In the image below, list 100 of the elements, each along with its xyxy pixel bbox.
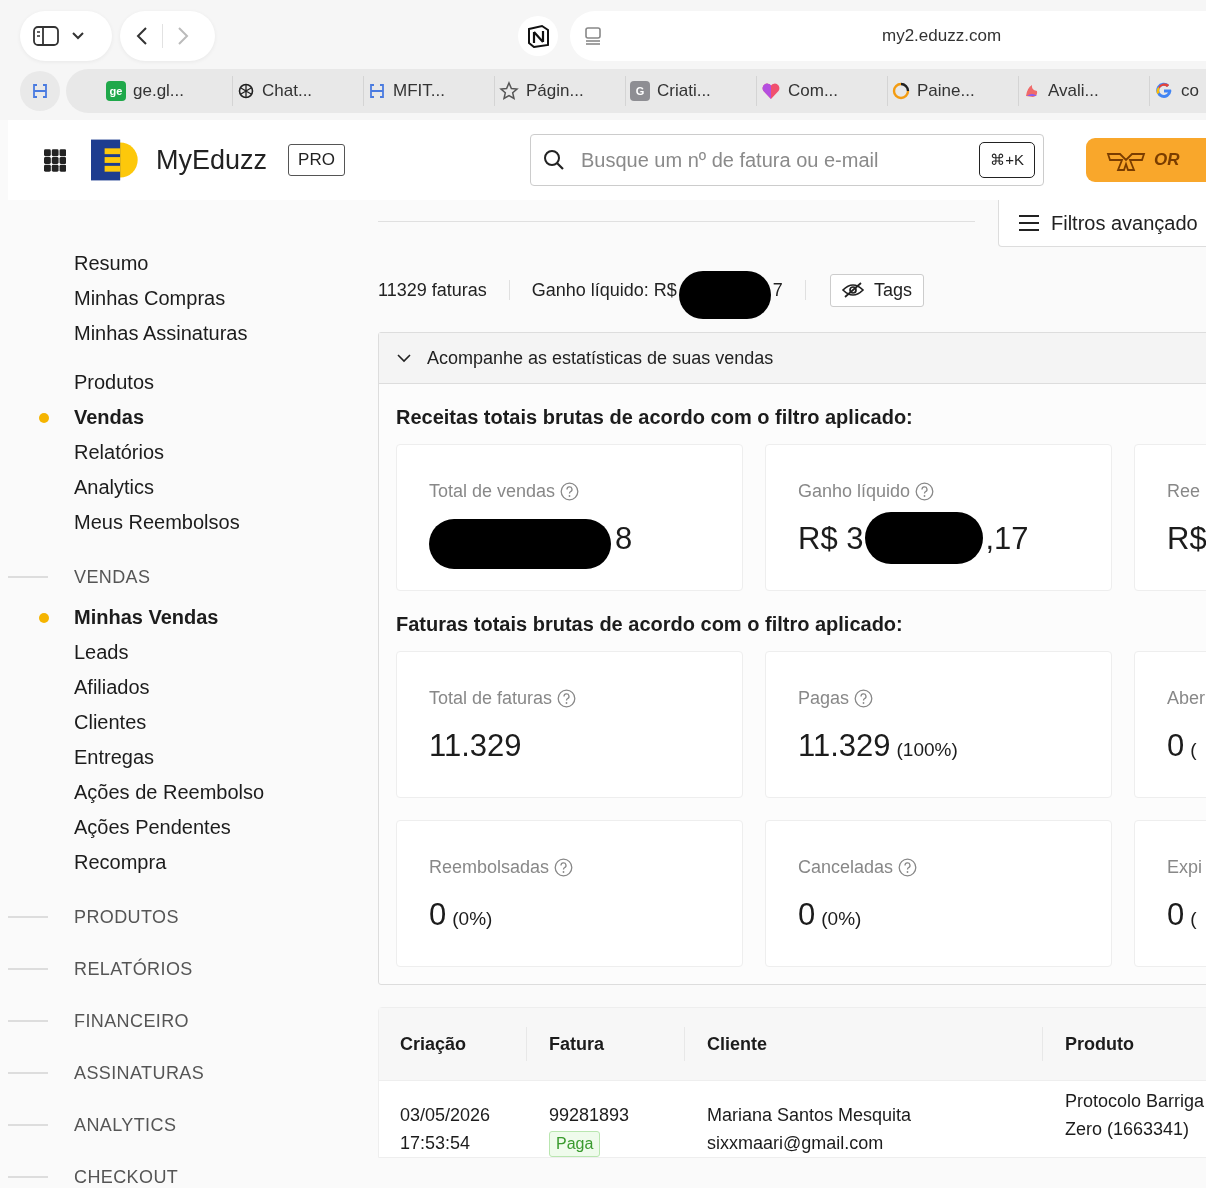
browser-tab[interactable]: co [1181, 81, 1199, 101]
search-icon [542, 149, 565, 171]
browser-tab[interactable]: Criati... [657, 81, 711, 101]
promo-button[interactable]: OR [1086, 138, 1206, 182]
browser-tab[interactable]: Págin... [526, 81, 584, 101]
table-cell-text: sixxmaari@gmail.com [707, 1132, 885, 1155]
browser-tab[interactable]: Chat... [262, 81, 313, 101]
nav-section-heading[interactable]: VENDAS [74, 566, 151, 588]
browser-tab[interactable]: MFIT... [393, 81, 445, 101]
stat-label: Pagas [798, 687, 850, 709]
eye-slash-icon [841, 282, 864, 298]
stat-label: Canceladas [798, 856, 894, 878]
apps-grid-icon [44, 148, 67, 172]
search-input[interactable]: Busque um nº de fatura ou e-mail [578, 147, 980, 173]
net-earnings-label: Ganho líquido: R$ [531, 279, 677, 301]
nav-item[interactable]: Minhas Assinaturas [74, 322, 248, 344]
stat-label: Reembolsadas [429, 856, 550, 878]
table-cell-text: 99281893 [549, 1104, 631, 1127]
stat-label: Ree [1167, 480, 1201, 502]
stat-percent: ( [1190, 739, 1197, 761]
nav-item[interactable]: Vendas [74, 406, 145, 428]
heart-icon [761, 81, 781, 101]
sidebar-toggle-button[interactable] [33, 25, 59, 47]
page-icon [584, 26, 602, 46]
sidebar-icon [33, 25, 59, 47]
stats-toggle[interactable]: Acompanhe as estatísticas de suas vendas [379, 333, 1206, 384]
nav-item[interactable]: Recompra [74, 851, 167, 873]
browser-tab[interactable]: Com... [788, 81, 839, 101]
stat-value: R$ [1167, 521, 1206, 557]
column-header[interactable]: Produto [1043, 1027, 1206, 1061]
nav-item[interactable]: Relatórios [74, 441, 165, 463]
bracket-icon [31, 82, 49, 100]
nav-item[interactable]: Resumo [74, 252, 149, 274]
stat-value: ,17 [985, 521, 1029, 557]
stat-label: Ganho líquido [798, 480, 911, 502]
nav-item[interactable]: Entregas [74, 746, 155, 768]
column-header[interactable]: Criação [379, 1027, 527, 1061]
nav-item[interactable]: Ações Pendentes [74, 816, 231, 838]
browser-tab[interactable]: Paine... [917, 81, 975, 101]
browser-tab[interactable]: Avali... [1048, 81, 1099, 101]
search-field[interactable]: Busque um nº de fatura ou e-mail ⌘+K [529, 134, 1044, 186]
stat-label: Expi [1167, 856, 1202, 878]
net-earnings-value: 7 [772, 279, 783, 301]
section-title: Receitas totais brutas de acordo com o filtro aplicado: [396, 405, 914, 430]
nav-item[interactable]: Meus Reembolsos [74, 511, 240, 533]
ring-icon [892, 82, 910, 100]
nav-item[interactable]: Leads [74, 641, 129, 663]
nav-item[interactable]: Analytics [74, 476, 155, 498]
stat-value: 0 [1167, 728, 1185, 764]
site-favicon: G [630, 81, 650, 101]
tab-group-button[interactable] [20, 71, 60, 111]
nav-section-heading[interactable]: ANALYTICS [74, 1114, 177, 1136]
column-header[interactable]: Fatura [527, 1027, 685, 1061]
chevron-down-icon [397, 353, 411, 363]
nav-section-heading[interactable]: ASSINATURAS [74, 1062, 205, 1084]
nav-item[interactable]: Ações de Reembolso [74, 781, 265, 803]
stat-value: 11.329 [798, 728, 891, 764]
browser-tab[interactable]: ge.gl... [133, 81, 185, 101]
advanced-filters-button[interactable]: Filtros avançado [998, 200, 1206, 247]
site-favicon: ge [106, 81, 126, 101]
stat-label: Aber [1167, 687, 1206, 709]
stat-percent: (0%) [821, 908, 862, 930]
nav-item[interactable]: Minhas Vendas [74, 606, 219, 628]
stat-label: Total de faturas [429, 687, 553, 709]
stat-label: Total de vendas [429, 480, 556, 502]
stat-value: 0 [429, 897, 447, 933]
tags-button[interactable]: Tags [829, 273, 924, 307]
status-badge: Paga [549, 1131, 601, 1157]
knot-icon [237, 82, 255, 100]
stat-value: 8 [615, 521, 633, 557]
nav-item[interactable]: Afiliados [74, 676, 150, 698]
nav-section-heading[interactable]: FINANCEIRO [74, 1010, 189, 1032]
bracket-icon [368, 82, 386, 100]
stat-value: R$ 3 [798, 521, 864, 557]
stat-percent: ( [1190, 908, 1197, 930]
nav-item[interactable]: Produtos [74, 371, 155, 393]
stat-value: 11.329 [429, 728, 522, 764]
address-bar-url[interactable]: my2.eduzz.com [882, 26, 1002, 46]
chevron-down-icon [71, 31, 85, 41]
nav-section-heading[interactable]: RELATÓRIOS [74, 958, 193, 980]
nav-section-heading[interactable]: CHECKOUT [74, 1166, 179, 1188]
stat-value: 0 [798, 897, 816, 933]
google-icon [1154, 81, 1174, 101]
table-cell-text: 03/05/2026 [400, 1104, 492, 1127]
nav-item[interactable]: Clientes [74, 711, 147, 733]
invoice-count: 11329 faturas [378, 279, 487, 301]
stat-value: 0 [1167, 897, 1185, 933]
plan-badge: PRO [288, 144, 345, 176]
nav-item[interactable]: Minhas Compras [74, 287, 226, 309]
brand-name: MyEduzz [156, 144, 268, 176]
menu-icon [1019, 215, 1039, 231]
stat-percent: (100%) [896, 739, 958, 761]
table-cell-text: Mariana Santos Mesquita [707, 1104, 913, 1127]
app-logo-icon [526, 24, 550, 48]
nav-section-heading[interactable]: PRODUTOS [74, 906, 179, 928]
shortcut-hint: ⌘+K [979, 142, 1035, 178]
column-header[interactable]: Cliente [685, 1027, 1043, 1061]
table-cell-text: Protocolo Barriga Zero (1663341) [1065, 1090, 1206, 1141]
table-cell-text: 17:53:54 [400, 1132, 472, 1155]
section-title: Faturas totais brutas de acordo com o filtro aplicado: [396, 612, 904, 637]
